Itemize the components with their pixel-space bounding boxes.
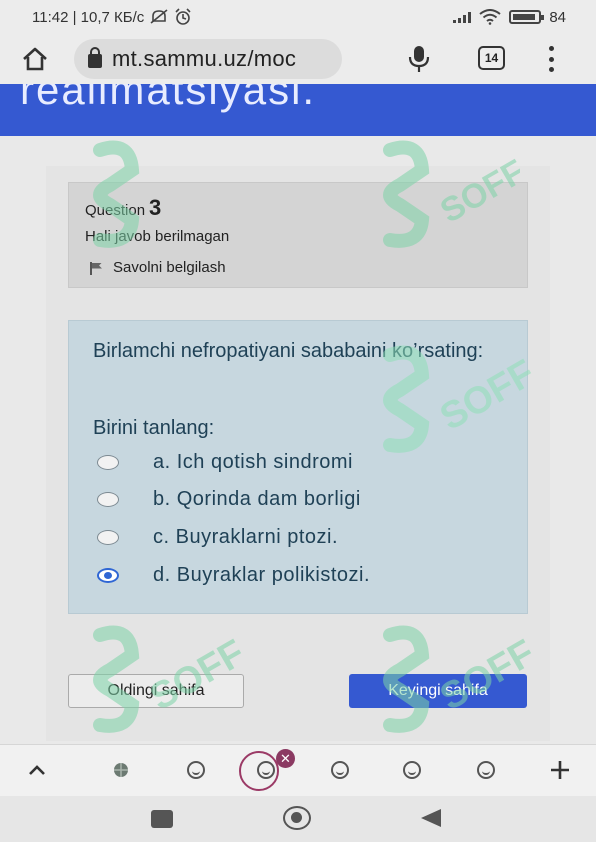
flag-question-label: Savolni belgilash [113, 259, 226, 276]
browser-bottom-bar: ✕ [0, 744, 596, 796]
question-status: Hali javob berilmagan [85, 228, 230, 245]
answer-option-a[interactable]: a. Ich qotish sindromi [97, 447, 497, 477]
answer-option-label: a. Ich qotish sindromi [153, 450, 353, 473]
browser-toolbar: mt.sammu.uz/moc 14 [0, 34, 596, 84]
plus-icon[interactable] [547, 757, 573, 783]
tab-smiley-icon[interactable] [473, 757, 499, 783]
answer-option-d[interactable]: d. Buyraklar polikistozi. [97, 560, 497, 590]
signal-icon [453, 11, 472, 23]
recent-apps-icon[interactable] [151, 810, 173, 828]
question-label: Question 3 [85, 195, 161, 221]
previous-page-button[interactable]: Oldingi sahifa [68, 674, 244, 708]
system-navigation-bar [0, 796, 596, 842]
page-header: realimatsiyasi. [0, 84, 596, 136]
question-label-text: Question [85, 202, 146, 219]
question-text: Birlamchi nefropatiyani sababaini ko’rsa… [93, 340, 484, 362]
status-left: 11:42 | 10,7 КБ/с [32, 8, 192, 26]
answer-prompt: Birini tanlang: [93, 417, 215, 439]
radio-c[interactable] [97, 529, 119, 545]
question-info-panel: Question 3 Hali javob berilmagan Savolni … [68, 182, 528, 288]
wifi-icon [479, 9, 501, 25]
back-icon[interactable] [421, 809, 441, 827]
address-bar[interactable]: mt.sammu.uz/moc [74, 39, 342, 79]
tab-smiley-icon[interactable] [327, 757, 353, 783]
tab-smiley-icon[interactable] [183, 757, 209, 783]
status-bar: 11:42 | 10,7 КБ/с 84 [0, 0, 596, 34]
close-tab-icon[interactable]: ✕ [276, 749, 295, 768]
mute-icon [150, 9, 168, 24]
answer-option-label: d. Buyraklar polikistozi. [153, 563, 371, 586]
flag-question-link[interactable]: Savolni belgilash [89, 259, 226, 276]
more-menu-icon[interactable] [546, 46, 556, 72]
home-icon[interactable] [20, 44, 50, 74]
answer-option-label: b. Qorinda dam borligi [153, 487, 361, 510]
chevron-up-icon[interactable] [24, 757, 50, 783]
answer-option-label: c. Buyraklarni ptozi. [153, 525, 339, 548]
radio-b[interactable] [97, 491, 119, 507]
flag-icon [89, 261, 103, 275]
status-time: 11:42 | 10,7 КБ/с [32, 8, 145, 26]
alarm-icon [175, 8, 191, 25]
radio-a[interactable] [97, 454, 119, 470]
page-header-title: realimatsiyasi. [20, 84, 317, 113]
tab-switcher-button[interactable]: 14 [478, 46, 505, 70]
battery-level: 84 [549, 8, 566, 26]
question-number: 3 [149, 195, 162, 220]
question-panel: Birlamchi nefropatiyani sababaini ko’rsa… [68, 320, 528, 614]
microphone-icon[interactable] [408, 44, 430, 74]
home-button-icon[interactable] [283, 806, 311, 830]
active-tab-smiley-icon[interactable] [253, 757, 279, 783]
url-text: mt.sammu.uz/moc [112, 46, 297, 71]
answer-option-b[interactable]: b. Qorinda dam borligi [97, 484, 497, 514]
battery-icon [509, 10, 545, 24]
site-favicon-icon[interactable] [108, 757, 134, 783]
radio-d[interactable] [97, 567, 119, 583]
next-page-button[interactable]: Keyingi sahifa [349, 674, 527, 708]
lock-icon [88, 47, 102, 68]
status-right: 84 [453, 9, 566, 26]
answer-option-c[interactable]: c. Buyraklarni ptozi. [97, 522, 497, 552]
tab-smiley-icon[interactable] [399, 757, 425, 783]
